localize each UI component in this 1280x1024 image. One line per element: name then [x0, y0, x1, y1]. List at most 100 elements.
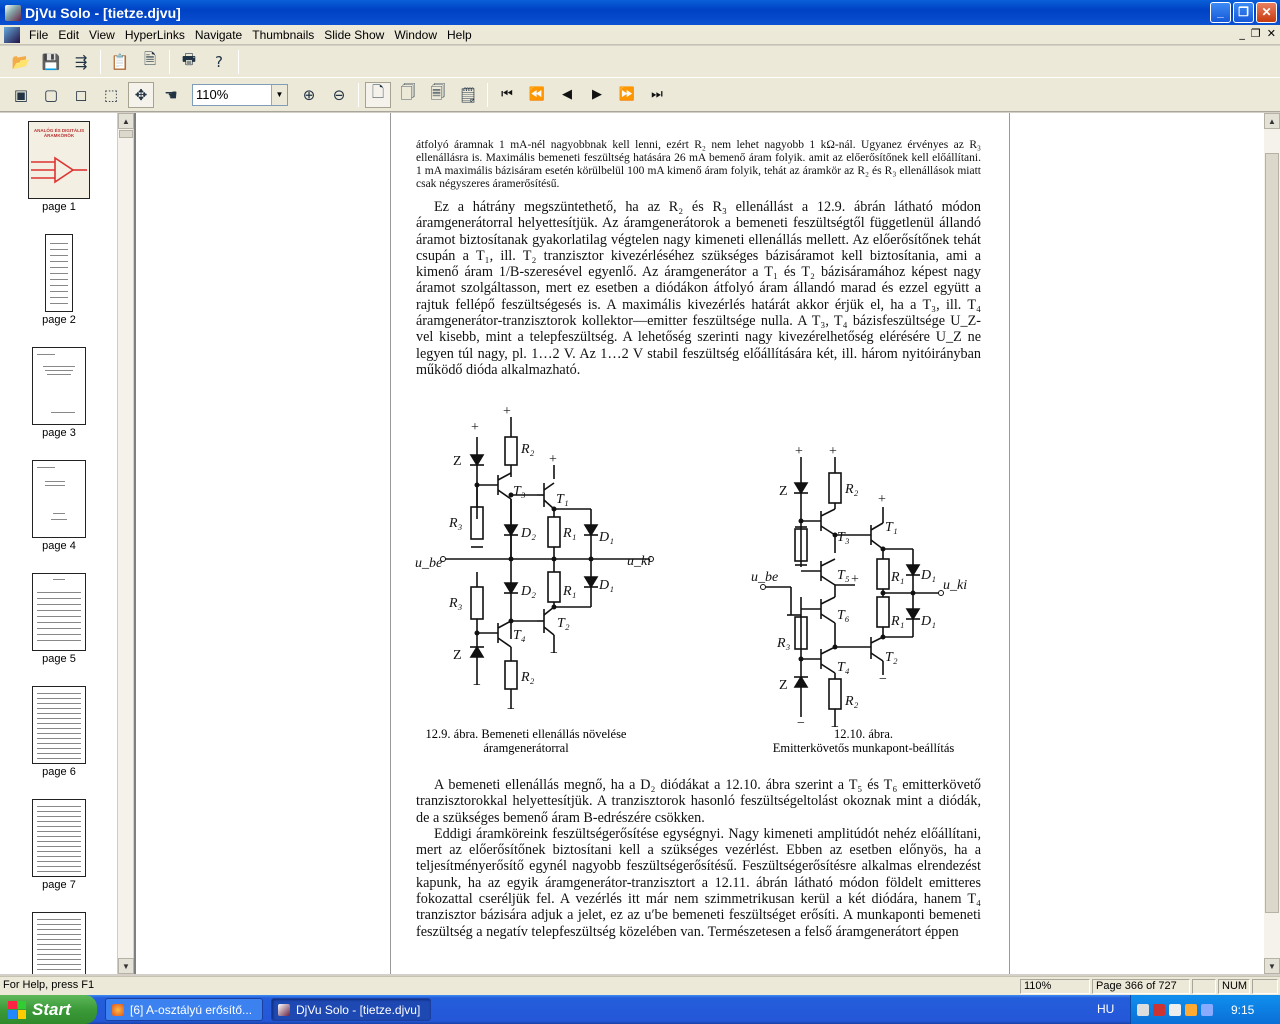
select-text-icon[interactable]: ⬚ [98, 82, 124, 108]
help-icon[interactable]: ? [206, 49, 232, 75]
title-bar[interactable]: DjVu Solo - [tietze.djvu] _ ❐ ✕ [0, 0, 1280, 25]
scroll-up-icon[interactable]: ▲ [118, 113, 134, 129]
scroll-down-icon[interactable]: ▼ [1264, 958, 1280, 974]
fig1-label-t4: T₄ [513, 628, 526, 643]
bluetooth-icon[interactable] [1201, 1003, 1213, 1016]
copy-icon[interactable]: 📋 [107, 49, 133, 75]
thumbnail-pane[interactable]: ANALÓG ÉS DIGITÁLIS ÁRAMKÖRÖK page 1 pag… [0, 113, 118, 974]
thumbnail-page-6[interactable]: page 6 [0, 686, 117, 778]
document-icon[interactable] [4, 26, 20, 43]
status-help-text: For Help, press F1 [3, 979, 95, 991]
menu-thumbnails[interactable]: Thumbnails [247, 28, 319, 42]
fig2-label-r2: R₂ [844, 694, 859, 709]
first-page-icon[interactable]: ⏮ [494, 82, 520, 108]
network-icon[interactable] [1137, 1003, 1149, 1016]
restore-button[interactable]: ❐ [1233, 2, 1254, 23]
back-pages-icon[interactable]: ⏪ [524, 82, 550, 108]
menu-help[interactable]: Help [442, 28, 477, 42]
thumbnail-scrollbar[interactable]: ▲ ▼ [117, 113, 134, 974]
menu-window[interactable]: Window [389, 28, 442, 42]
security-shield-icon[interactable] [1153, 1003, 1165, 1016]
open-icon[interactable]: 📂 [8, 49, 34, 75]
taskbar-djvu[interactable]: DjVu Solo - [tietze.djvu] [271, 998, 431, 1021]
export-icon[interactable]: ⇶ [68, 49, 94, 75]
menu-navigate[interactable]: Navigate [190, 28, 247, 42]
chevron-down-icon[interactable]: ▼ [271, 84, 287, 105]
start-button[interactable]: Start [0, 995, 97, 1024]
task-label: [6] A-osztályú erősítő... [130, 1002, 253, 1017]
fig1-label-d1: D₁ [598, 530, 614, 545]
scroll-up-icon[interactable]: ▲ [1264, 113, 1280, 129]
save-icon[interactable]: 💾 [38, 49, 64, 75]
fig1-label-uki: u_ki [627, 554, 651, 569]
scroll-thumb[interactable] [1265, 153, 1279, 913]
fig2-label-t4: T₄ [837, 660, 850, 675]
fig2-plus: + [851, 572, 859, 587]
zoom-select[interactable]: 110% ▼ [192, 83, 288, 106]
layout-facing-icon[interactable]: 🗐 [425, 82, 451, 108]
fig2-label-r1: R₁ [890, 614, 904, 629]
fig1-label-t3: T₃ [513, 484, 526, 499]
taskbar: Start [6] A-osztályú erősítő... DjVu Sol… [0, 995, 1280, 1024]
djvu-icon [278, 1003, 290, 1016]
doc-minimize-button[interactable]: _ [1239, 27, 1245, 40]
caption-line: áramgenerátorral [483, 741, 569, 755]
status-scroll [1252, 979, 1278, 994]
menu-file[interactable]: File [24, 28, 53, 42]
forward-pages-icon[interactable]: ⏩ [614, 82, 640, 108]
paste-image-icon[interactable]: 🗎 [137, 49, 163, 75]
thumbnail-page-3[interactable]: page 3 [0, 347, 117, 439]
minimize-button[interactable]: _ [1210, 2, 1231, 23]
doc-close-button[interactable]: ✕ [1267, 27, 1276, 40]
prev-page-icon[interactable]: ◀ [554, 82, 580, 108]
fig2-plus: + [878, 492, 886, 507]
paragraph-2-text: A bemeneti ellenállás megnő, ha a D₂ dió… [416, 777, 981, 826]
fig2-label-r2: R₂ [844, 482, 859, 497]
thumbnail-page-1[interactable]: ANALÓG ÉS DIGITÁLIS ÁRAMKÖRÖK page 1 [0, 121, 117, 213]
zoom-out-icon[interactable]: ⊖ [326, 82, 352, 108]
document-page: átfolyó áramnak 1 mA-nél nagyobbnak kell… [390, 113, 1010, 974]
fig1-label-r2: R₂ [520, 442, 535, 457]
next-page-icon[interactable]: ▶ [584, 82, 610, 108]
thumbnail-page-7[interactable]: page 7 [0, 799, 117, 891]
volume-icon[interactable] [1169, 1003, 1181, 1016]
select-region-icon[interactable]: ◻ [68, 82, 94, 108]
zoom-in-icon[interactable]: ⊕ [296, 82, 322, 108]
hand-tool-icon[interactable]: ☚ [158, 82, 184, 108]
alert-icon[interactable] [1185, 1003, 1197, 1016]
paragraph-3-text: Eddigi áramköreink feszültségerősítése e… [416, 825, 981, 940]
document-scrollbar[interactable]: ▲ ▼ [1264, 113, 1280, 974]
menu-hyperlinks[interactable]: HyperLinks [120, 28, 190, 42]
thumbnail-page-2[interactable]: page 2 [0, 234, 117, 326]
layout-single-icon[interactable]: 🗋 [365, 81, 391, 108]
thumbnail-page-5[interactable]: page 5 [0, 573, 117, 665]
print-icon[interactable]: 🖶 [176, 49, 202, 75]
thumbnail-page-4[interactable]: page 4 [0, 460, 117, 552]
task-label: DjVu Solo - [tietze.djvu] [296, 1002, 421, 1017]
thumbnail-page-8[interactable] [0, 912, 117, 974]
document-view[interactable]: átfolyó áramnak 1 mA-nél nagyobbnak kell… [134, 113, 1264, 974]
fig1-label-d2: D₂ [520, 526, 536, 541]
last-page-icon[interactable]: ⏭ [644, 82, 670, 108]
fig2-label-t2: T₂ [885, 650, 898, 665]
layout-continuous-icon[interactable]: 🗍 [395, 82, 421, 108]
taskbar-firefox[interactable]: [6] A-osztályú erősítő... [105, 998, 263, 1021]
menu-slide-show[interactable]: Slide Show [319, 28, 389, 42]
language-indicator[interactable]: HU [1097, 995, 1114, 1024]
select-area-icon[interactable]: ▢ [38, 82, 64, 108]
fig2-label-r1: R₁ [890, 570, 904, 585]
thumbnail-label: page 6 [42, 766, 76, 778]
select-rect-icon[interactable]: ▣ [8, 82, 34, 108]
scroll-thumb[interactable] [119, 130, 133, 138]
paragraph-1: Ez a hátrány megszüntethető, ha az R₂ és… [416, 199, 981, 378]
layout-book-icon[interactable]: 🗒 [455, 82, 481, 108]
scroll-down-icon[interactable]: ▼ [118, 958, 134, 974]
doc-restore-button[interactable]: ❐ [1251, 27, 1261, 40]
fig1-label-d1: D₁ [598, 578, 614, 593]
menu-edit[interactable]: Edit [53, 28, 84, 42]
toolbar-separator [238, 49, 239, 74]
status-caps [1192, 979, 1216, 994]
close-button[interactable]: ✕ [1256, 2, 1277, 23]
menu-view[interactable]: View [84, 28, 120, 42]
pan-icon[interactable]: ✥ [128, 81, 154, 108]
